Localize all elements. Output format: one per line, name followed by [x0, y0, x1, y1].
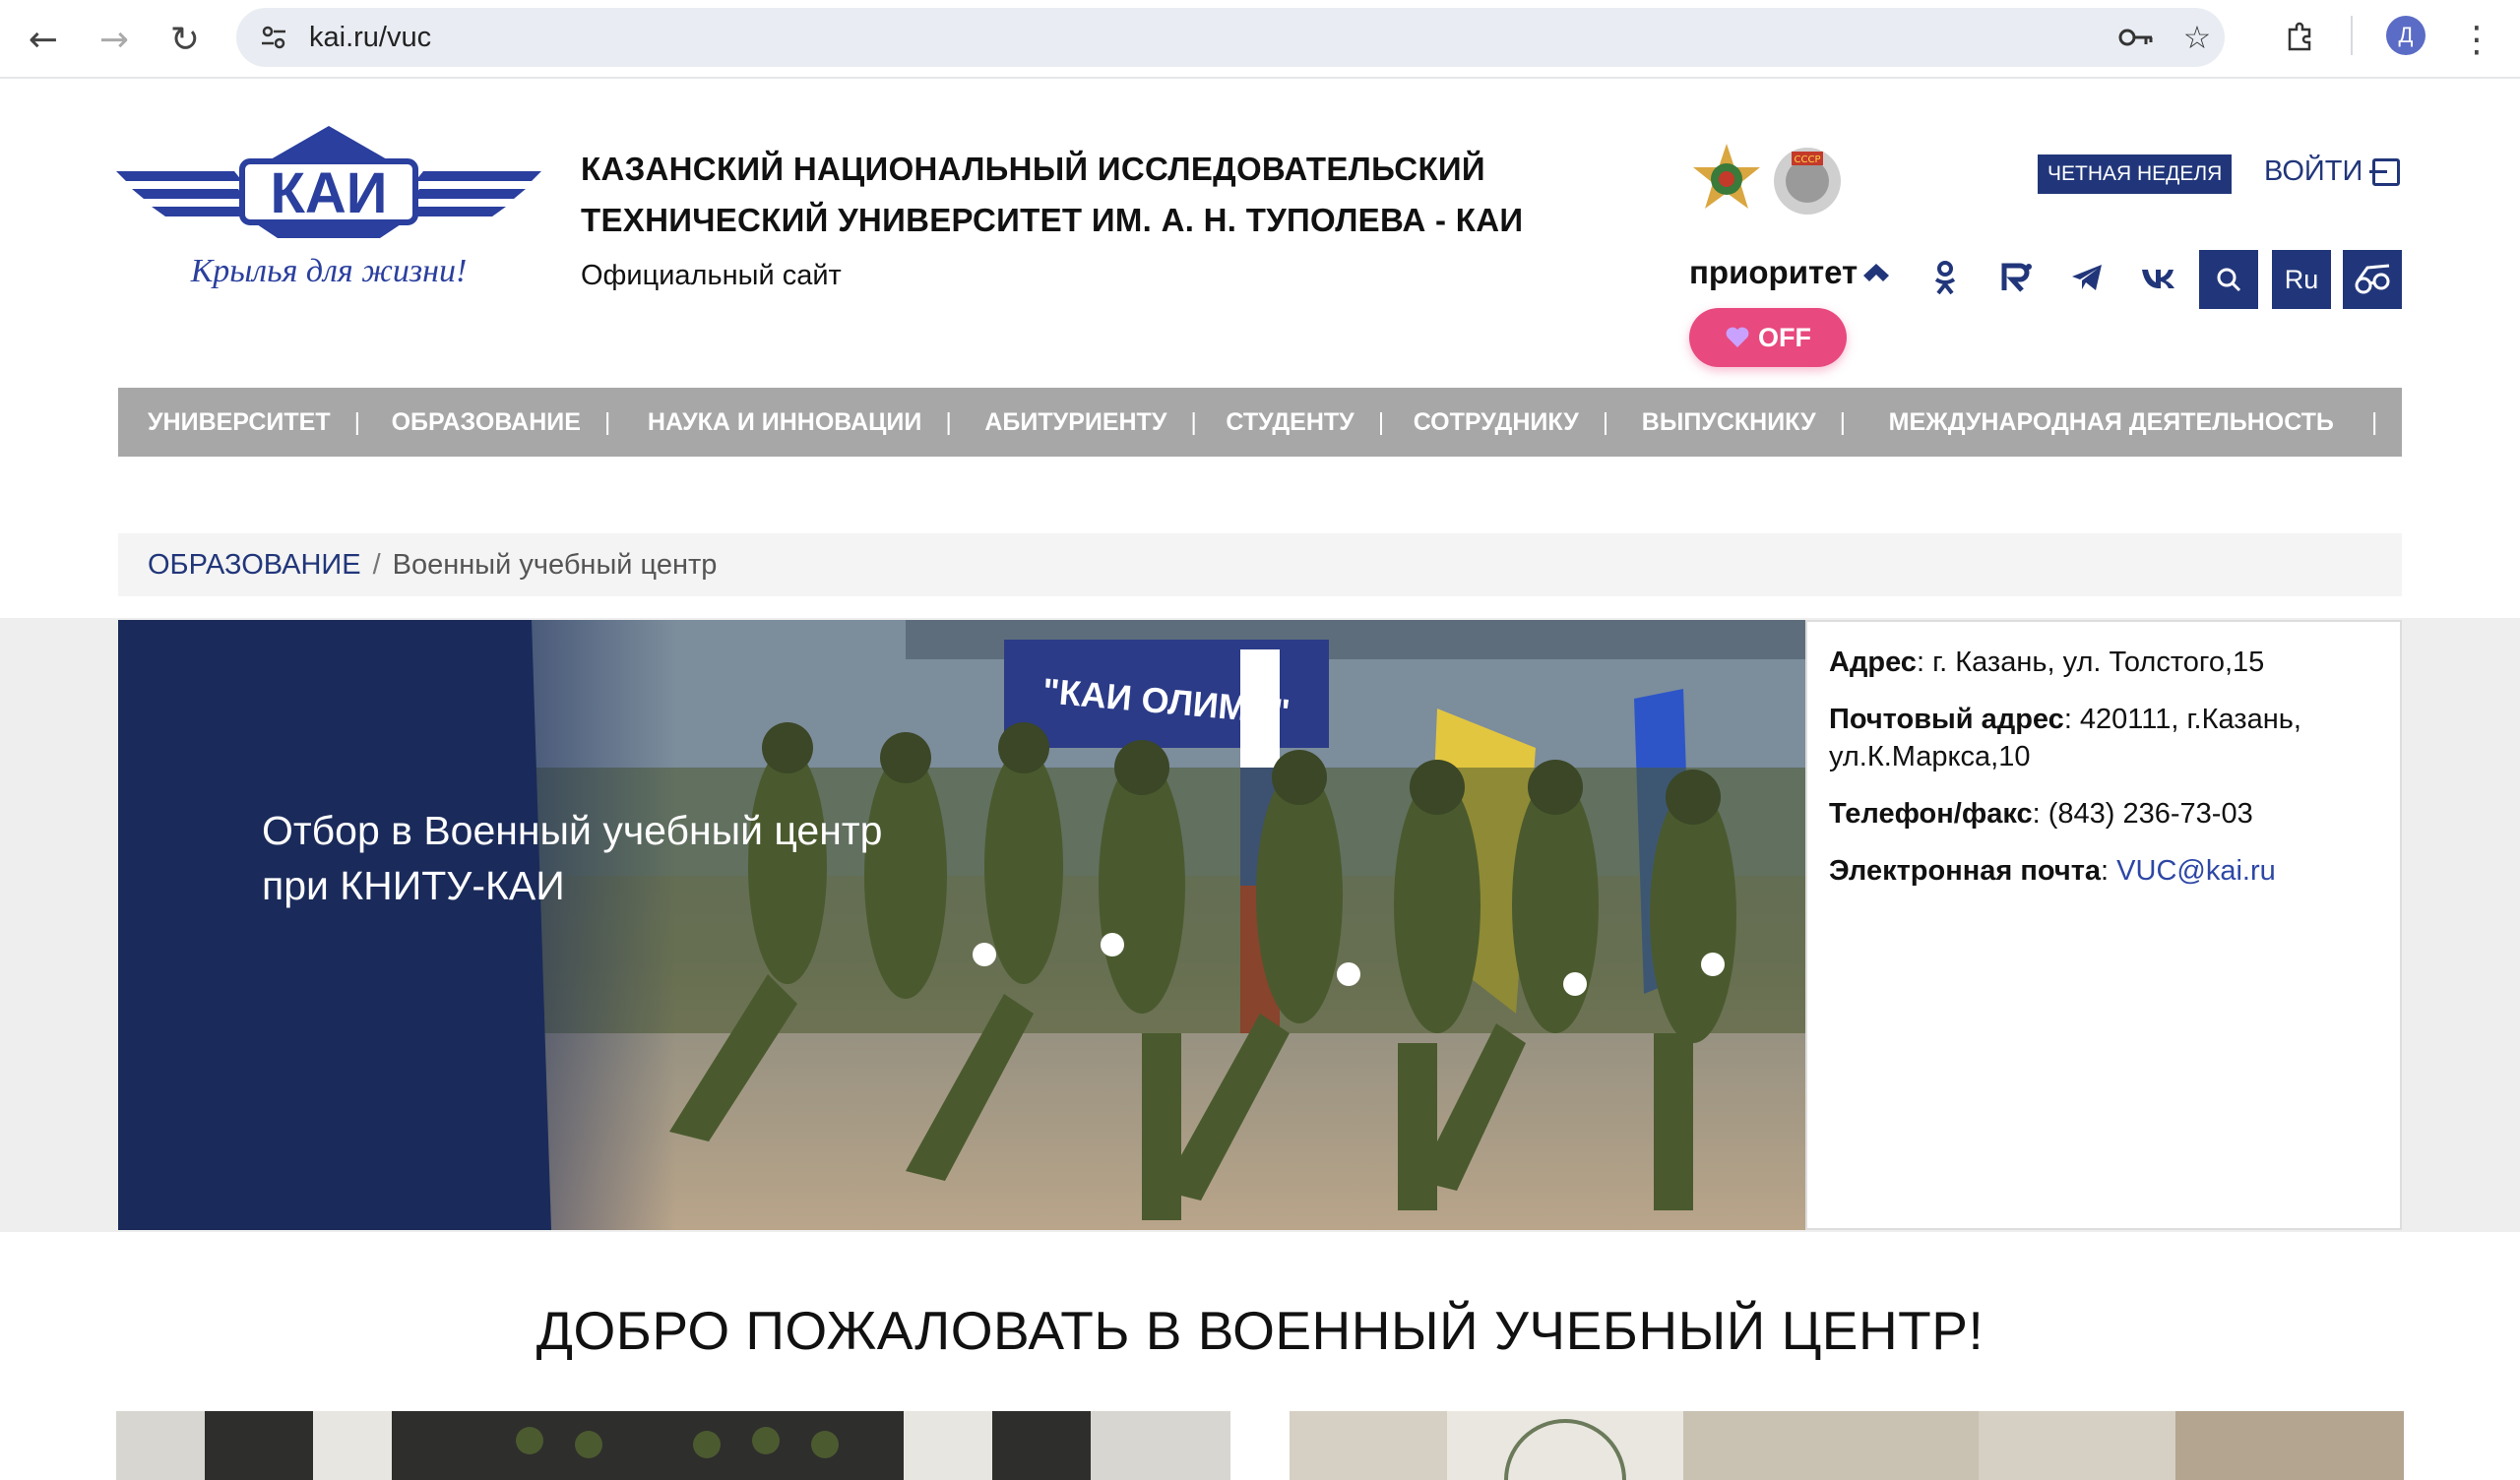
priority-chevron-icon [1863, 264, 1890, 281]
heart-icon [1726, 327, 1749, 347]
kai-logo[interactable]: КАИ Крылья для жизни! [116, 124, 541, 311]
breadcrumb-separator: / [372, 548, 381, 581]
email-row: Электронная почта: VUC@kai.ru [1829, 852, 2378, 890]
extensions-puzzle-icon[interactable] [2274, 12, 2325, 63]
nav-item-science[interactable]: НАУКА И ИННОВАЦИИ [604, 408, 951, 437]
email-link[interactable]: VUC@kai.ru [2116, 855, 2276, 887]
welcome-heading: ДОБРО ПОЖАЛОВАТЬ В ВОЕННЫЙ УЧЕБНЫЙ ЦЕНТР… [536, 1300, 1984, 1361]
nav-item-university[interactable]: УНИВЕРСИТЕТ [118, 408, 360, 437]
priority-2030-link[interactable]: приоритет [1689, 254, 1890, 291]
login-button[interactable]: ВОЙТИ [2264, 155, 2401, 188]
nav-item-pish[interactable]: ПИШ [2371, 408, 2402, 437]
nav-item-alumni[interactable]: ВЫПУСКНИКУ [1603, 408, 1846, 437]
address-label: Адрес [1829, 647, 1917, 678]
login-label: ВОЙТИ [2264, 155, 2363, 187]
breadcrumb-current: Военный учебный центр [392, 548, 718, 581]
site-settings-icon[interactable] [254, 18, 293, 57]
nav-item-applicants[interactable]: АБИТУРИЕНТУ [945, 408, 1196, 437]
hero-slide[interactable]: "КАИ ОЛИМП" Отбор в Военный учебный цент… [118, 620, 1807, 1230]
url-text[interactable]: kai.ru/vuc [309, 22, 431, 54]
org-title-line1: КАЗАНСКИЙ НАЦИОНАЛЬНЫЙ ИССЛЕДОВАТЕЛЬСКИЙ [581, 151, 1485, 187]
breadcrumb-parent-link[interactable]: ОБРАЗОВАНИЕ [148, 549, 361, 582]
address-bar[interactable]: kai.ru/vuc ☆ [236, 8, 2225, 67]
toolbar-divider [2351, 16, 2353, 55]
rutube-icon[interactable] [1994, 256, 2038, 299]
gallery-photo-right[interactable] [1290, 1411, 2404, 1480]
breadcrumb: ОБРАЗОВАНИЕ / Военный учебный центр [118, 533, 2402, 596]
search-icon [2217, 268, 2241, 292]
hero-title-line2: при КНИТУ-КАИ [262, 863, 565, 908]
hero-title: Отбор в Военный учебный центр при КНИТУ-… [262, 803, 951, 913]
org-title: КАЗАНСКИЙ НАЦИОНАЛЬНЫЙ ИССЛЕДОВАТЕЛЬСКИЙ… [581, 144, 1523, 246]
accessibility-glasses-icon [2355, 264, 2390, 294]
phone-row: Телефон/факс: (843) 236-73-03 [1829, 795, 2378, 832]
profile-avatar[interactable]: Д [2386, 16, 2426, 55]
address-row: Адрес: г. Казань, ул. Толстого,15 [1829, 644, 2378, 681]
postal-label: Почтовый адрес [1829, 704, 2064, 735]
password-key-icon[interactable] [2116, 18, 2156, 57]
bookmark-star-icon[interactable]: ☆ [2177, 18, 2217, 57]
week-parity-badge: ЧЕТНАЯ НЕДЕЛЯ [2038, 154, 2233, 194]
org-subtitle: Официальный сайт [581, 260, 842, 291]
phone-label: Телефон/факс [1829, 798, 2033, 830]
odnoklassniki-icon[interactable] [1923, 256, 1967, 299]
priority-label: приоритет [1689, 254, 1858, 290]
login-icon [2369, 157, 2401, 186]
accessibility-glasses-button[interactable] [2343, 250, 2402, 309]
hero-title-line1: Отбор в Военный учебный центр [262, 808, 883, 853]
nav-item-education[interactable]: ОБРАЗОВАНИЕ [354, 408, 610, 437]
reload-icon[interactable]: ↻ [159, 14, 211, 65]
address-value: : г. Казань, ул. Толстого,15 [1916, 647, 2265, 678]
gallery-photo-left[interactable] [116, 1411, 1230, 1480]
browser-toolbar: ← → ↻ kai.ru/vuc ☆ Д ⋮ [0, 0, 2520, 79]
vk-icon[interactable] [2136, 256, 2179, 299]
search-button[interactable] [2199, 250, 2258, 309]
main-navigation: УНИВЕРСИТЕТ ОБРАЗОВАНИЕ НАУКА И ИННОВАЦИ… [118, 388, 2402, 457]
org-title-line2: ТЕХНИЧЕСКИЙ УНИВЕРСИТЕТ ИМ. А. Н. ТУПОЛЕ… [581, 202, 1524, 238]
contacts-panel: Адрес: г. Казань, ул. Толстого,15 Почтов… [1805, 620, 2402, 1230]
phone-value: : (843) 236-73-03 [2032, 798, 2253, 830]
nav-item-international[interactable]: МЕЖДУНАРОДНАЯ ДЕЯТЕЛЬНОСТЬ [1840, 408, 2377, 437]
off-label: OFF [1758, 322, 1811, 352]
email-label: Электронная почта [1829, 855, 2102, 887]
nav-item-students[interactable]: СТУДЕНТУ [1190, 408, 1383, 437]
award-orders: СССР [1689, 142, 1843, 222]
order-star-icon [1693, 144, 1760, 209]
back-arrow-icon[interactable]: ← [18, 14, 69, 65]
logo-slogan: Крылья для жизни! [190, 253, 468, 289]
language-button[interactable]: Ru [2272, 250, 2331, 309]
browser-menu-icon[interactable]: ⋮ [2451, 14, 2502, 65]
postal-row: Почтовый адрес: 420111, г.Казань, ул.К.М… [1829, 701, 2378, 775]
telegram-icon[interactable] [2065, 256, 2109, 299]
svg-text:СССР: СССР [1795, 154, 1821, 165]
hero-photo: "КАИ ОЛИМП" [118, 620, 1807, 1230]
order-labor-icon: СССР [1774, 148, 1841, 215]
logo-text: КАИ [271, 161, 388, 225]
nav-item-staff[interactable]: СОТРУДНИКУ [1378, 408, 1608, 437]
email-separator: : [2101, 855, 2117, 887]
accessibility-off-toggle[interactable]: OFF [1689, 308, 1847, 367]
forward-arrow-icon[interactable]: → [89, 14, 140, 65]
